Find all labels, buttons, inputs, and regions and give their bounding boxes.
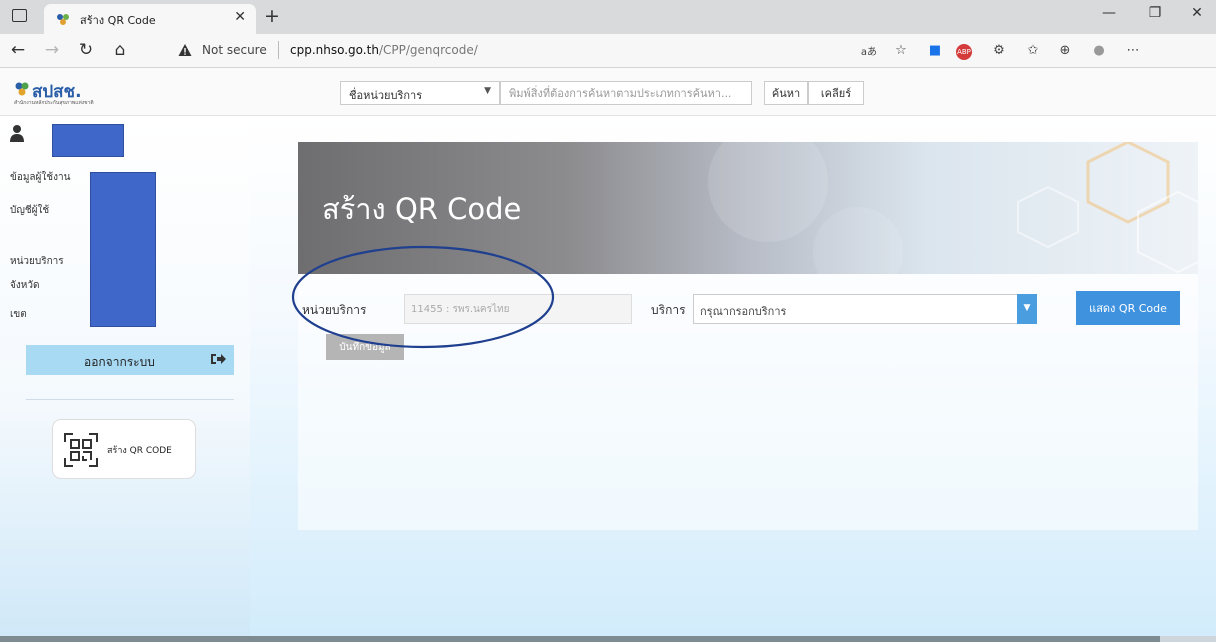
service-field-label: บริการ — [651, 303, 686, 317]
favorite-add-icon[interactable]: ☆ — [890, 43, 912, 58]
user-info-label: ข้อมูลผู้ใช้งาน — [10, 172, 71, 183]
service-select[interactable]: กรุณากรอกบริการ ▼ — [693, 294, 1037, 324]
site-favicon-icon — [57, 14, 69, 25]
search-type-value: ชื่อหน่วยบริการ — [349, 89, 423, 102]
site-logo[interactable]: สปสช. สำนักงานหลักประกันสุขภาพแห่งชาติ — [14, 78, 118, 106]
extensions-icon[interactable]: ⚙ — [988, 43, 1010, 58]
warning-icon — [178, 44, 192, 56]
browser-tab-bar: สร้าง QR Code ✕ + — ❐ ✕ — [0, 0, 1216, 34]
collections-icon[interactable]: ⊕ — [1054, 43, 1076, 58]
minimize-icon[interactable]: — — [1094, 5, 1124, 21]
url-separator — [278, 41, 279, 59]
logo-mark-icon — [15, 82, 29, 96]
sign-out-icon — [211, 354, 226, 364]
not-secure-label[interactable]: Not secure — [202, 43, 267, 57]
browser-address-bar: ← → ↻ ⌂ Not secure cpp.nhso.go.th/CPP/ge… — [0, 34, 1216, 68]
plus-icon[interactable]: + — [264, 5, 280, 27]
logout-label: ออกจากระบบ — [84, 355, 155, 369]
main-content: สร้าง QR Code หน่วยบริการ บริการ กรุณากร… — [250, 116, 1216, 642]
sidebar-item-create-qr[interactable]: สร้าง QR CODE — [52, 419, 196, 479]
window-close-icon[interactable]: ✕ — [1182, 5, 1212, 21]
page-title: สร้าง QR Code — [322, 192, 522, 226]
favorites-icon[interactable]: ✩ — [1022, 43, 1044, 58]
url-text[interactable]: cpp.nhso.go.th/CPP/genqrcode/ — [290, 43, 478, 57]
search-input[interactable] — [500, 81, 752, 105]
url-host: cpp.nhso.go.th — [290, 43, 379, 57]
browser-tab[interactable]: สร้าง QR Code ✕ — [44, 4, 256, 34]
annotation-ellipse — [291, 245, 555, 349]
logout-button[interactable]: ออกจากระบบ — [26, 345, 234, 375]
arrow-right-icon: → — [44, 40, 60, 60]
adblock-icon[interactable]: ABP — [956, 44, 972, 60]
scrollbar-thumb[interactable] — [1160, 636, 1216, 642]
province-label: จังหวัด — [10, 280, 40, 291]
account-label: บัญชีผู้ใช้ — [10, 205, 50, 216]
caret-down-icon: ▼ — [1017, 294, 1037, 324]
search-type-select[interactable]: ชื่อหน่วยบริการ ▼ — [340, 81, 500, 105]
more-options-icon[interactable]: ⋯ — [1122, 43, 1144, 58]
home-icon[interactable]: ⌂ — [108, 40, 132, 60]
user-icon — [10, 125, 24, 142]
zone-label: เขต — [10, 309, 27, 320]
redacted-user-details — [90, 172, 156, 327]
qr-code-icon — [64, 433, 98, 467]
profile-avatar-icon[interactable]: ● — [1088, 43, 1110, 58]
read-aloud-icon[interactable]: aあ — [858, 43, 880, 58]
caret-down-icon: ▼ — [484, 86, 491, 96]
logo-subtitle: สำนักงานหลักประกันสุขภาพแห่งชาติ — [14, 100, 94, 106]
search-button[interactable]: ค้นหา — [764, 81, 808, 105]
sidebar-divider — [26, 399, 234, 400]
show-qr-button[interactable]: แสดง QR Code — [1076, 291, 1180, 325]
maximize-icon[interactable]: ❐ — [1140, 5, 1170, 21]
zoom-extension-icon[interactable]: ■ — [924, 43, 946, 58]
bottom-strip — [0, 636, 1216, 642]
redacted-username — [52, 124, 124, 157]
clear-button[interactable]: เคลียร์ — [808, 81, 864, 105]
site-header: สปสช. สำนักงานหลักประกันสุขภาพแห่งชาติ ช… — [0, 68, 1216, 116]
sidebar: ข้อมูลผู้ใช้งาน บัญชีผู้ใช้ หน่วยบริการ … — [0, 116, 250, 642]
tab-toggle-icon[interactable] — [12, 9, 27, 22]
tab-title: สร้าง QR Code — [80, 14, 156, 27]
qr-menu-label: สร้าง QR CODE — [107, 446, 172, 456]
arrow-left-icon[interactable]: ← — [6, 40, 30, 60]
service-placeholder: กรุณากรอกบริการ — [700, 305, 787, 318]
refresh-icon[interactable]: ↻ — [74, 40, 98, 60]
unit-label: หน่วยบริการ — [10, 256, 64, 267]
close-icon[interactable]: ✕ — [234, 9, 246, 25]
url-path: /CPP/genqrcode/ — [378, 43, 478, 57]
